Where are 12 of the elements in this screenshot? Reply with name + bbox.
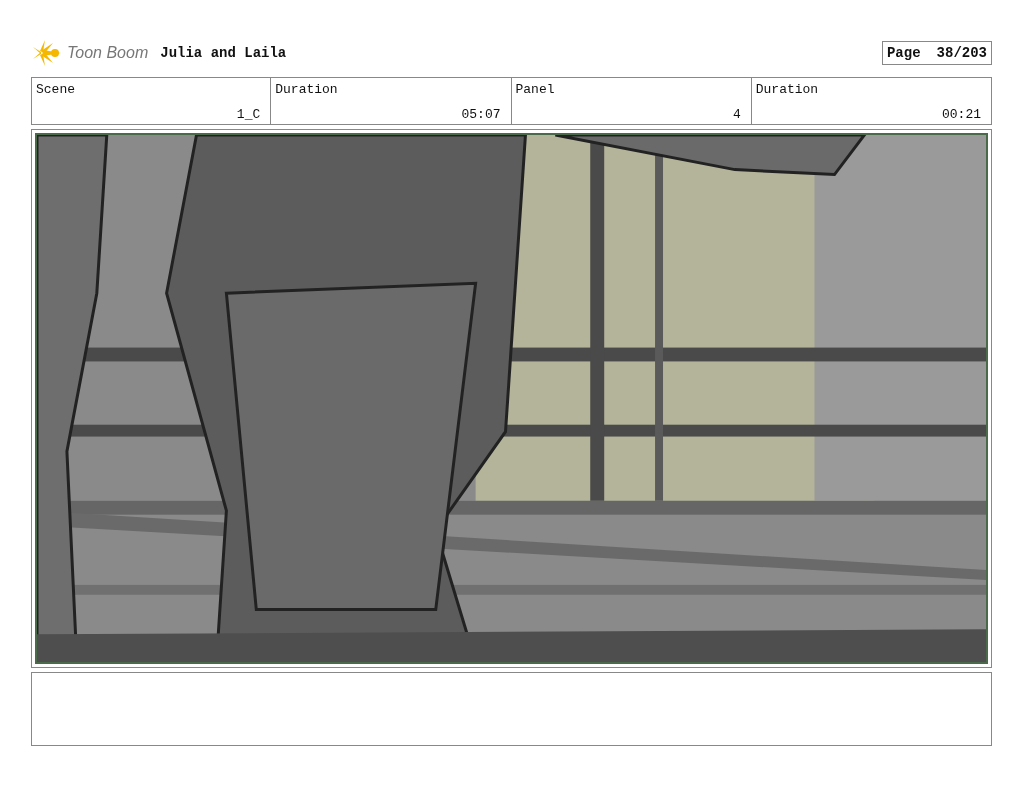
project-title: Julia and Laila xyxy=(160,45,287,61)
field-label: Duration xyxy=(755,82,820,97)
field-value: 00:21 xyxy=(942,107,981,122)
field-value: 05:07 xyxy=(461,107,501,122)
logo-text: Toon Boom xyxy=(67,44,149,62)
page-label: Page xyxy=(886,45,921,61)
field-label: Scene xyxy=(36,82,76,97)
field-label: Panel xyxy=(515,82,556,97)
page-number: 38/203 xyxy=(936,45,987,61)
field-value: 4 xyxy=(732,107,741,122)
field-value: 1_C xyxy=(236,107,261,122)
field-label: Duration xyxy=(275,82,339,97)
